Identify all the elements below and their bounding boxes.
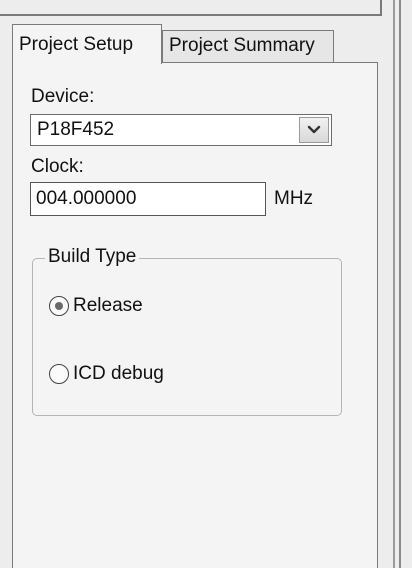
- tab-label: Project Setup: [19, 34, 134, 55]
- build-type-group: Build Type Release ICD debug: [32, 246, 342, 416]
- panel-divider: [393, 0, 395, 568]
- radio-icd-debug-label: ICD debug: [73, 363, 164, 384]
- build-type-legend: Build Type: [45, 246, 140, 268]
- tab-project-summary[interactable]: Project Summary: [162, 30, 334, 62]
- radio-unselected-icon[interactable]: [49, 364, 69, 384]
- radio-release[interactable]: Release: [49, 295, 143, 317]
- radio-icd-debug[interactable]: ICD debug: [49, 363, 164, 385]
- tab-project-setup[interactable]: Project Setup: [12, 24, 162, 64]
- tab-label: Project Summary: [169, 35, 315, 56]
- clock-label: Clock:: [31, 156, 84, 177]
- top-frame: [0, 0, 382, 16]
- clock-unit-label: MHz: [274, 188, 314, 209]
- device-label: Device:: [31, 86, 95, 107]
- project-panel: Project Setup Project Summary Device: P1…: [0, 0, 412, 568]
- chevron-down-icon[interactable]: [299, 117, 329, 143]
- radio-dot-icon: [55, 302, 63, 310]
- clock-input[interactable]: 004.000000: [30, 182, 266, 216]
- radio-selected-icon[interactable]: [49, 296, 69, 316]
- device-select[interactable]: P18F452: [30, 114, 332, 146]
- clock-input-value: 004.000000: [36, 188, 137, 209]
- device-select-value: P18F452: [37, 119, 115, 140]
- radio-release-label: Release: [73, 295, 143, 316]
- panel-divider-outer: [399, 0, 401, 568]
